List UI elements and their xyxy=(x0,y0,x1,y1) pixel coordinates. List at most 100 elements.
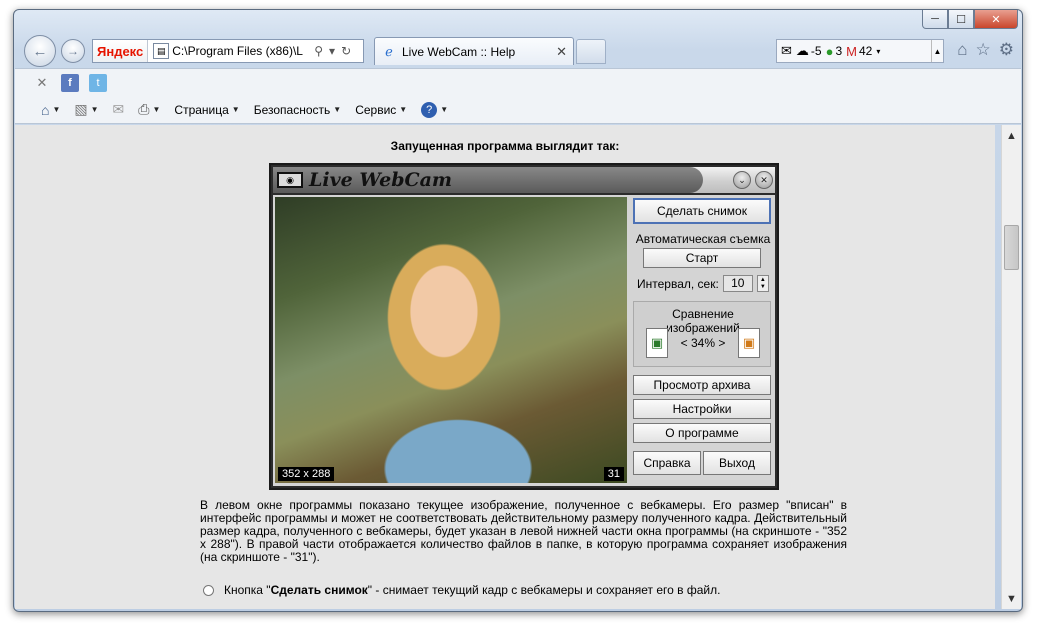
bullet-text: Кнопка "Сделать снимок" - снимает текущи… xyxy=(224,583,720,597)
app-titlebar: ◉ Live WebCam ⌄ ✕ xyxy=(273,167,775,193)
bullet-suffix: " - снимает текущий кадр с вебкамеры и с… xyxy=(367,583,721,597)
help-menu[interactable]: ? ▼ xyxy=(417,101,452,118)
home-icon[interactable]: ⌂ xyxy=(957,40,967,60)
address-actions: ⚲ ▾ ↻ xyxy=(314,44,351,58)
page-favicon-icon: ▤ xyxy=(153,43,170,59)
camera-icon: ◉ xyxy=(277,172,303,188)
auto-capture-label: Автоматическая съемка xyxy=(635,232,771,246)
twitter-icon[interactable]: t xyxy=(89,73,107,92)
snapshot-button: Сделать снимок xyxy=(633,198,771,224)
compare-value: < 34% > xyxy=(680,336,726,350)
browser-window: ─ ☐ ✕ ← → Яндекс ▤ C:\Program Files (x86… xyxy=(13,9,1023,612)
read-mail-button[interactable]: ✉ xyxy=(109,101,129,118)
app-control-panel: Сделать снимок Автоматическая съемка Ста… xyxy=(631,195,775,486)
close-toolbar-icon[interactable]: ✕ xyxy=(33,74,51,92)
url-text[interactable]: C:\Program Files (x86)\L xyxy=(172,44,310,58)
ie-page-icon: ℯ xyxy=(385,43,393,59)
chevron-down-icon: ▼ xyxy=(152,105,161,114)
image-file-icon: ▣ xyxy=(737,328,760,358)
tab-close-icon[interactable]: ✕ xyxy=(556,44,567,60)
about-button: О программе xyxy=(633,423,771,443)
forward-button[interactable]: → xyxy=(61,39,85,63)
app-body: 352 x 288 31 Сделать снимок Автоматическ… xyxy=(273,195,775,486)
search-icon[interactable]: ⚲ xyxy=(314,44,323,58)
chevron-down-icon: ▼ xyxy=(231,105,240,114)
gmail-counter[interactable]: M 42 xyxy=(846,44,872,59)
interval-label: Интервал, сек: xyxy=(637,276,719,291)
page-heading: Запущенная программа выглядит так: xyxy=(390,139,620,153)
settings-gear-icon[interactable]: ⚙ xyxy=(999,40,1014,60)
page-menu[interactable]: Страница ▼ xyxy=(170,103,243,117)
vertical-scrollbar[interactable]: ▲ ▼ xyxy=(1001,125,1021,609)
compare-row: ▣ < 34% > ▣ xyxy=(646,328,760,358)
close-window-button[interactable]: ✕ xyxy=(974,10,1018,29)
facebook-icon[interactable]: f xyxy=(61,73,79,92)
minimize-button[interactable]: ─ xyxy=(922,10,948,29)
favorites-star-icon[interactable]: ☆ xyxy=(976,40,991,60)
ie-toolbar-icons: ⌂ ☆ ⚙ xyxy=(957,40,1014,60)
ext-dropdown-icon[interactable]: ▾ xyxy=(876,47,880,56)
chevron-down-icon: ▼ xyxy=(440,105,449,114)
help-button: Справка xyxy=(633,451,701,475)
description-paragraph: В левом окне программы показано текущее … xyxy=(200,498,847,564)
new-tab-button[interactable] xyxy=(576,39,606,64)
back-button[interactable]: ← xyxy=(24,35,56,67)
archive-button: Просмотр архива xyxy=(633,375,771,395)
green-circle-icon: ● xyxy=(825,43,834,59)
forward-arrow-icon: → xyxy=(67,44,79,58)
mail-icon[interactable]: ✉ xyxy=(781,43,792,59)
scroll-up-ext-icon[interactable]: ▲ xyxy=(931,40,943,62)
chevron-down-icon: ▼ xyxy=(399,105,408,114)
compare-box: Сравнение изображений ▣ < 34% > ▣ xyxy=(633,301,771,367)
print-menu[interactable]: ⎙ ▼ xyxy=(134,101,164,118)
weather-value: -5 xyxy=(810,44,822,58)
bullet-item: Кнопка "Сделать снимок" - снимает текущи… xyxy=(203,583,720,597)
security-menu[interactable]: Безопасность ▼ xyxy=(250,103,345,117)
yandex-label: Яндекс xyxy=(97,43,144,59)
green-counter[interactable]: ● 3 xyxy=(826,44,843,59)
app-close-icon: ✕ xyxy=(755,171,773,189)
frame-size-label: 352 x 288 xyxy=(278,467,335,481)
file-count-label: 31 xyxy=(603,467,624,481)
scroll-down-icon[interactable]: ▼ xyxy=(1002,590,1021,607)
address-row: ← → Яндекс ▤ C:\Program Files (x86)\L ⚲ … xyxy=(22,34,1018,68)
refresh-icon[interactable]: ↻ xyxy=(341,44,351,58)
service-menu-label: Сервис xyxy=(355,102,397,117)
scroll-thumb[interactable] xyxy=(1004,225,1019,270)
dropdown-icon[interactable]: ▾ xyxy=(329,44,335,58)
tab-title: Live WebCam :: Help xyxy=(402,44,516,59)
green-count: 3 xyxy=(835,44,843,58)
interval-value: 10 xyxy=(722,275,753,292)
bullet-bold: Сделать снимок xyxy=(270,583,368,597)
mail-count: 42 xyxy=(858,44,873,58)
app-name: Live WebCam xyxy=(309,169,453,191)
settings-button: Настройки xyxy=(633,399,771,419)
weather-widget[interactable]: ☁ -5 xyxy=(796,43,822,59)
cloud-icon: ☁ xyxy=(795,43,809,58)
address-bar[interactable]: Яндекс ▤ C:\Program Files (x86)\L ⚲ ▾ ↻ xyxy=(92,39,364,63)
scroll-up-icon[interactable]: ▲ xyxy=(1002,127,1021,144)
printer-icon: ⎙ xyxy=(138,101,150,117)
mail-icon: ✉ xyxy=(112,101,125,117)
chevron-down-icon: ▼ xyxy=(333,105,342,114)
interval-row: Интервал, сек: 10 ▲ ▼ xyxy=(637,275,769,292)
start-button: Старт xyxy=(643,248,761,268)
links-toolbar: ✕ f t xyxy=(15,68,1021,96)
app-minimize-icon: ⌄ xyxy=(733,171,751,189)
feeds-menu[interactable]: ▧ ▼ xyxy=(70,101,102,118)
back-arrow-icon: ← xyxy=(32,42,48,60)
maximize-button[interactable]: ☐ xyxy=(948,10,974,29)
home-menu[interactable]: ⌂ ▼ xyxy=(37,102,64,118)
service-menu[interactable]: Сервис ▼ xyxy=(351,103,411,117)
interval-spinner-icon: ▲ ▼ xyxy=(756,275,769,292)
bullet-circle-icon xyxy=(203,584,214,596)
bullet-prefix: Кнопка " xyxy=(224,583,271,597)
rss-icon: ▧ xyxy=(74,101,88,117)
help-icon: ? xyxy=(421,101,438,118)
yandex-logo[interactable]: Яндекс xyxy=(93,40,149,62)
extensions-bar: ✉ ☁ -5 ● 3 M 42 ▾ ▲ xyxy=(776,39,944,63)
tab-live-webcam-help[interactable]: ℯ Live WebCam :: Help ✕ xyxy=(374,37,574,65)
page-menu-label: Страница xyxy=(174,102,229,117)
webcam-preview-image: 352 x 288 31 xyxy=(275,197,627,483)
home-icon: ⌂ xyxy=(41,101,50,118)
